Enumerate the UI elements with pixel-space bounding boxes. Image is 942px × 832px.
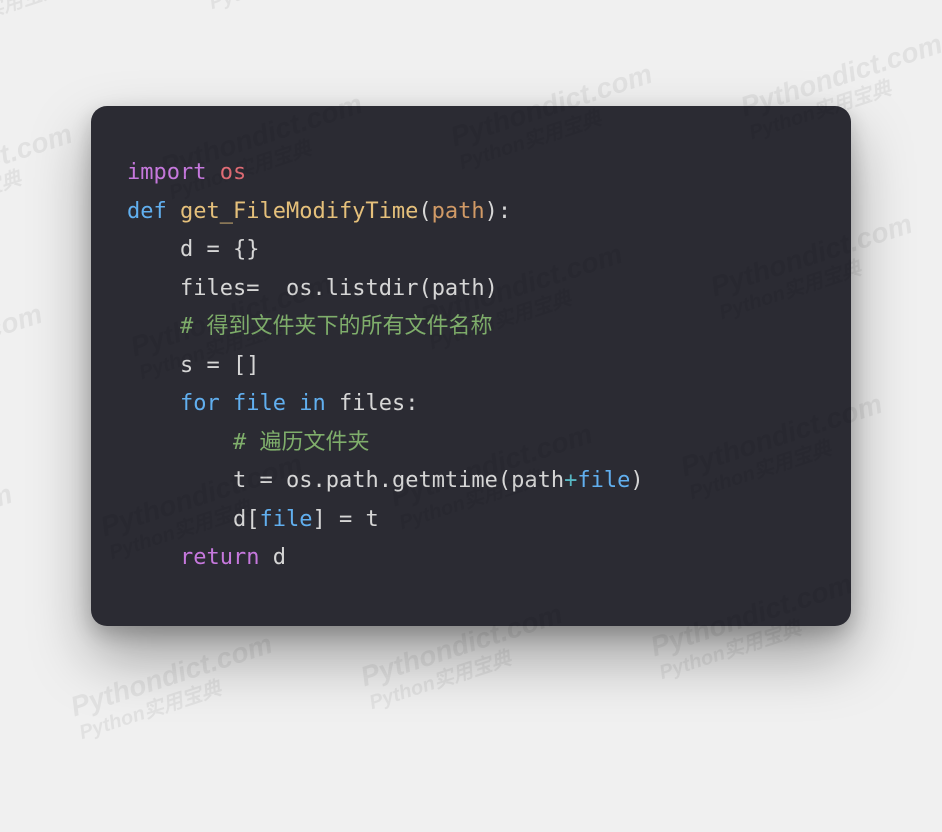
var-d: d (180, 237, 193, 262)
keyword-in: in (299, 391, 326, 416)
paren-close: ) (485, 199, 498, 224)
dict-literal: {} (233, 237, 260, 262)
call-listdir: listdir (326, 276, 419, 301)
function-name: get_FileModifyTime (180, 199, 418, 224)
var-files: files (180, 276, 246, 301)
code-block: import os def get_FileModifyTime(path): … (127, 154, 815, 578)
arg-path: path (511, 468, 564, 493)
call-getmtime: getmtime (392, 468, 498, 493)
keyword-return: return (180, 545, 259, 570)
ref-t: t (365, 507, 378, 532)
module-os: os (220, 160, 247, 185)
param-path: path (432, 199, 485, 224)
key-file: file (259, 507, 312, 532)
var-file: file (233, 391, 286, 416)
var-d: d (233, 507, 246, 532)
keyword-import: import (127, 160, 206, 185)
paren-open: ( (418, 199, 431, 224)
comment-line: # 遍历文件夹 (233, 430, 370, 455)
var-t: t (233, 468, 246, 493)
ref-path: path (326, 468, 379, 493)
arg-file: file (577, 468, 630, 493)
ref-os: os (286, 276, 313, 301)
code-card: import os def get_FileModifyTime(path): … (91, 106, 851, 626)
ref-files: files (339, 391, 405, 416)
keyword-def: def (127, 199, 167, 224)
colon: : (498, 199, 511, 224)
ref-d: d (273, 545, 286, 570)
list-literal: [] (233, 353, 260, 378)
var-s: s (180, 353, 193, 378)
comment-line: # 得到文件夹下的所有文件名称 (180, 314, 493, 339)
keyword-for: for (180, 391, 220, 416)
arg-path: path (432, 276, 485, 301)
op-plus: + (564, 468, 577, 493)
ref-os: os (286, 468, 313, 493)
